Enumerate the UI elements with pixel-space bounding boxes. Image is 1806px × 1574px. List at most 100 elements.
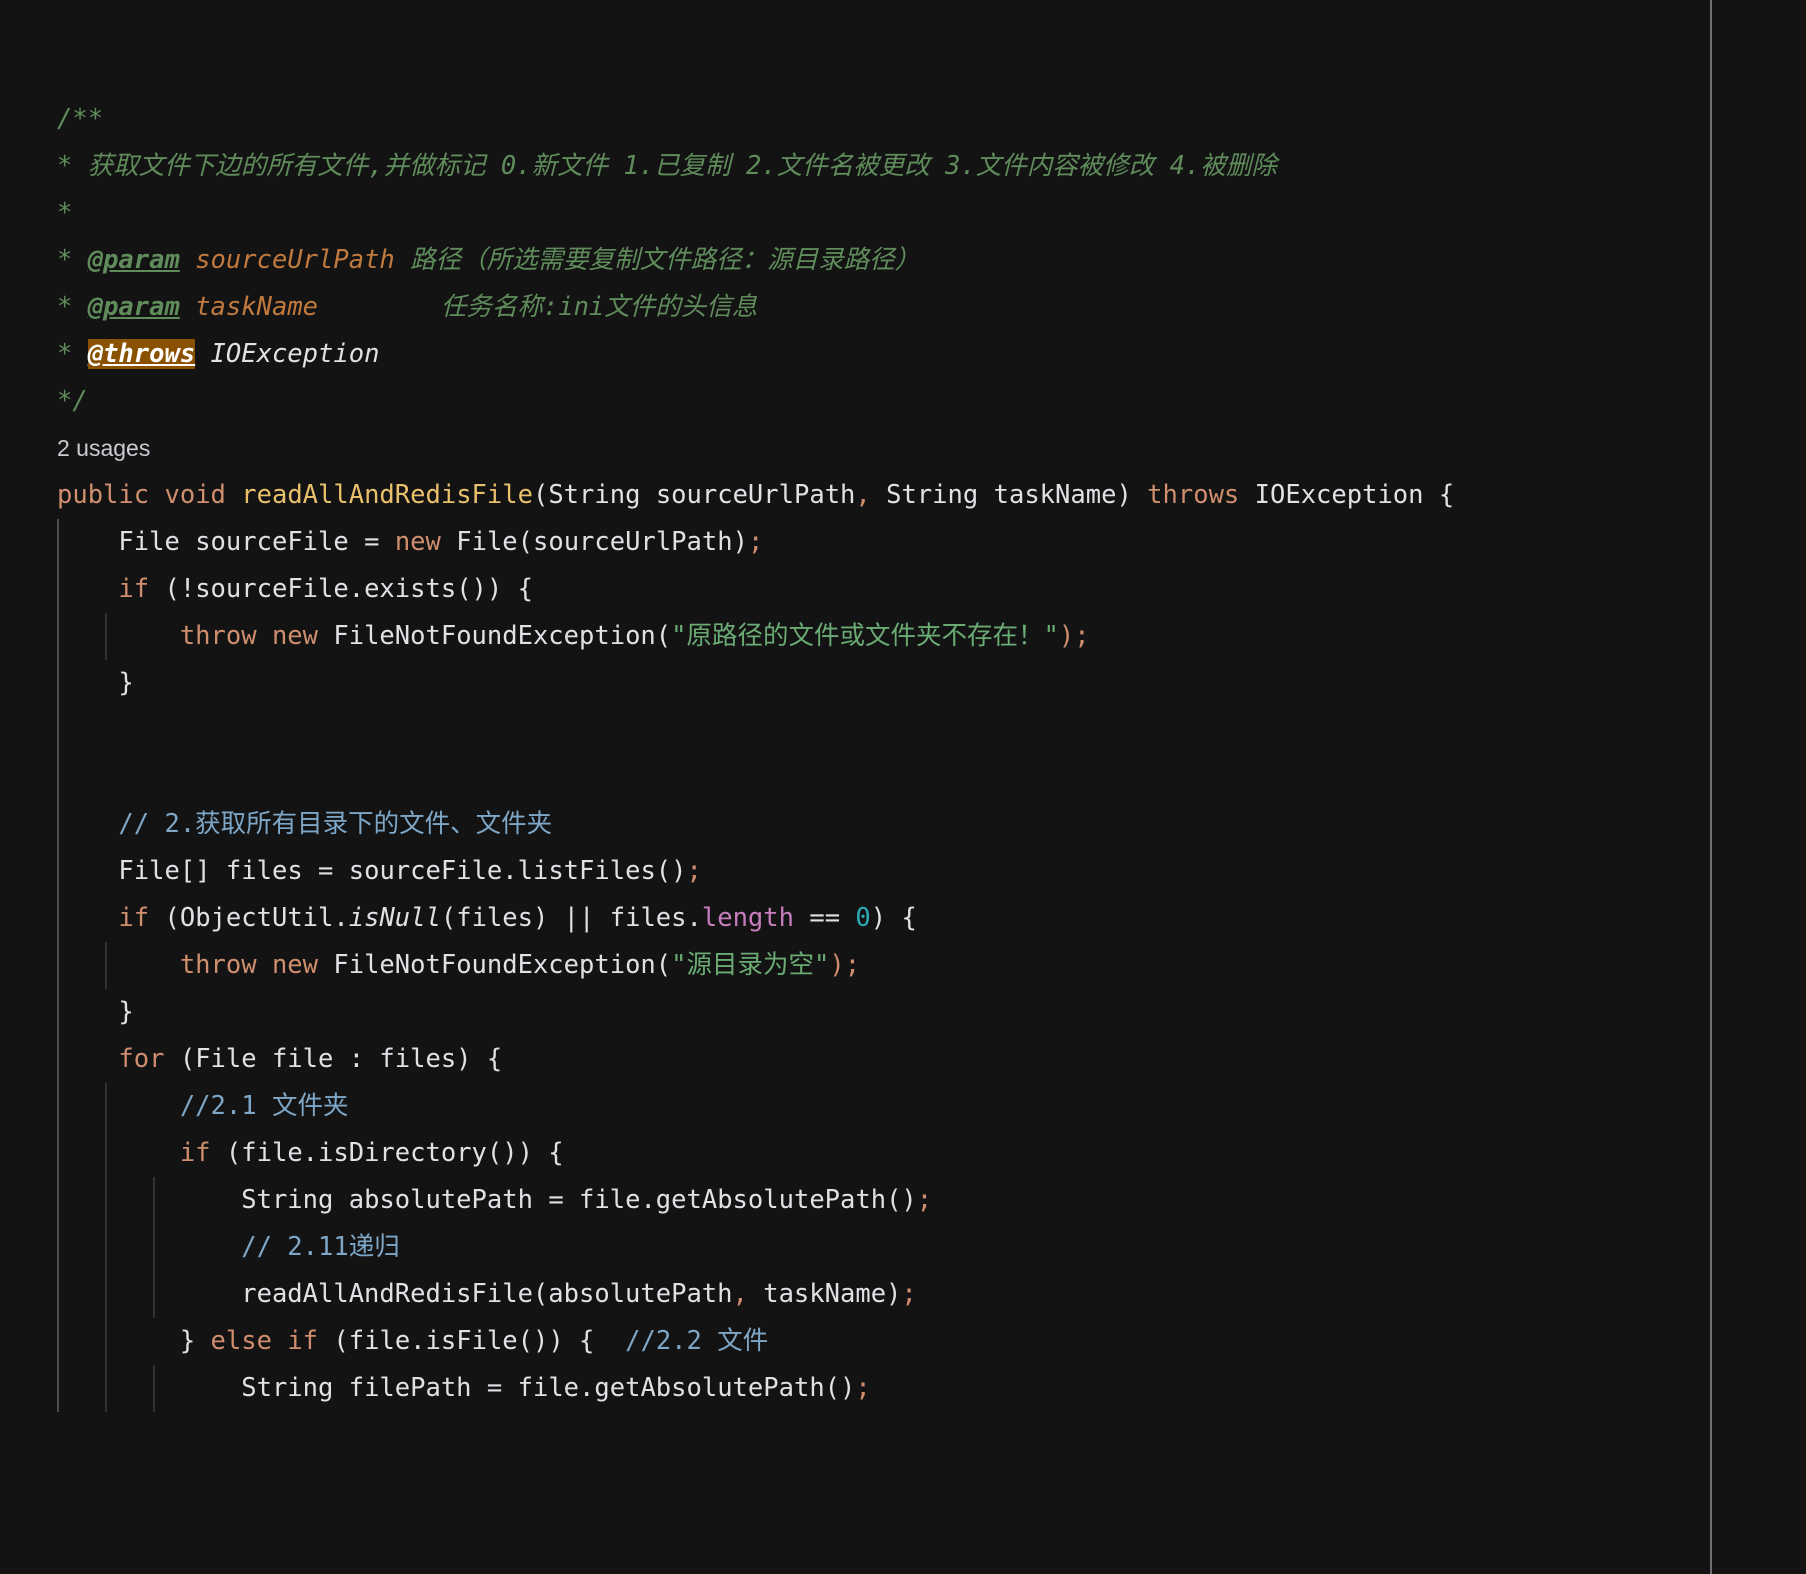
- keyword-if-2: if: [118, 903, 150, 933]
- code-line-decl-files: File[] files = sourceFile.listFiles();: [0, 848, 1700, 895]
- string-not-exists: "原路径的文件或文件夹不存在！": [671, 621, 1059, 651]
- type-file-array: File[]: [118, 856, 211, 886]
- code-line-method-signature: public void readAllAndRedisFile(String s…: [0, 472, 1700, 519]
- code-line-if-exists: if (!sourceFile.exists()) {: [0, 566, 1700, 613]
- brace-close-else: }: [179, 1326, 196, 1356]
- indent-guide-29: [105, 1318, 107, 1365]
- code-content[interactable]: /** * 获取文件下边的所有文件,并做标记 0.新文件 1.已复制 2.文件名…: [0, 0, 1700, 1412]
- code-line-comment-211: // 2.11递归: [0, 1224, 1700, 1271]
- keyword-throws: throws: [1147, 480, 1240, 510]
- keyword-if-3: if: [179, 1138, 211, 1168]
- line-comment-21: //2.1 文件夹: [179, 1091, 349, 1121]
- javadoc-description-text: 获取文件下边的所有文件,并做标记 0.新文件 1.已复制 2.文件名被更改 3.…: [87, 151, 1277, 181]
- indent-guide-32: [153, 1365, 155, 1412]
- semi-3: ;: [916, 1185, 933, 1215]
- sig-space-2: [226, 480, 241, 510]
- javadoc-space-4: [395, 245, 410, 275]
- code-line-comment-21: //2.1 文件夹: [0, 1083, 1700, 1130]
- indent-guide-18: [105, 1130, 107, 1177]
- indent-guide-16: [105, 1083, 107, 1130]
- javadoc-space-1: [72, 151, 87, 181]
- keyword-void: void: [164, 480, 226, 510]
- indent-guide-2: [57, 566, 59, 613]
- indent-guide-21: [153, 1177, 155, 1224]
- isnull-args: (files) || files.: [440, 903, 702, 933]
- semi-1: ;: [747, 527, 764, 557]
- code-editor[interactable]: /** * 获取文件下边的所有文件,并做标记 0.新文件 1.已复制 2.文件名…: [0, 0, 1806, 1574]
- code-line-for-files: for (File file : files) {: [0, 1036, 1700, 1083]
- sig-space-3: [640, 480, 655, 510]
- sp-b1: [149, 574, 164, 604]
- javadoc-space-3: [180, 245, 195, 275]
- sig-space-7: [1239, 480, 1254, 510]
- keyword-new-1: new: [394, 527, 441, 557]
- indent-guide-30: [57, 1365, 59, 1412]
- keyword-new-2: new: [271, 621, 319, 651]
- sp-f1: [257, 950, 272, 980]
- javadoc-open-token: /**: [57, 104, 104, 134]
- recursive-comma: ,: [732, 1279, 748, 1309]
- static-method-isnull: isNull: [348, 903, 441, 933]
- sp-j1: [195, 1326, 210, 1356]
- recursive-arg2: taskName): [747, 1279, 902, 1309]
- sp-g1: [164, 1044, 179, 1074]
- indent-6: [57, 856, 118, 886]
- javadoc-throws-type: IOException: [210, 339, 380, 369]
- indent-guide-13: [57, 989, 59, 1036]
- cond-isfile: (file.isFile()) {: [333, 1326, 595, 1356]
- javadoc-param-spacer-2: [318, 292, 441, 322]
- line-comment-211: // 2.11递归: [241, 1232, 400, 1262]
- javadoc-param-name-1: sourceUrlPath: [195, 245, 395, 275]
- indent-guide-7: [57, 754, 59, 801]
- javadoc-space-7: [72, 339, 87, 369]
- code-line-javadoc-description: * 获取文件下边的所有文件,并做标记 0.新文件 1.已复制 2.文件名被更改 …: [0, 143, 1700, 190]
- sp-i3: [564, 1185, 579, 1215]
- close-semi-2: );: [829, 950, 861, 980]
- indent-guide-5: [57, 660, 59, 707]
- code-line-blank-2: [0, 754, 1700, 801]
- code-line-else-if-isfile: } else if (file.isFile()) { //2.2 文件: [0, 1318, 1700, 1365]
- sp-a3: [379, 527, 394, 557]
- sig-space-1: [149, 480, 164, 510]
- op-assign-2: =: [318, 856, 334, 886]
- sp-i1: [333, 1185, 348, 1215]
- sig-params-close: ): [1116, 480, 1132, 510]
- semi-2: ;: [686, 856, 702, 886]
- indent-guide-22: [57, 1224, 59, 1271]
- keyword-else: else: [210, 1326, 272, 1356]
- cond-exists: (!sourceFile.exists()) {: [164, 574, 533, 604]
- sp-c1: [257, 621, 272, 651]
- javadoc-param-tag-2: @param: [87, 292, 180, 322]
- code-line-if-isnull: if (ObjectUtil.isNull(files) || files.le…: [0, 895, 1700, 942]
- indent-5: [57, 809, 118, 839]
- sp-d3: [333, 856, 348, 886]
- indent-guide-28: [57, 1318, 59, 1365]
- javadoc-space-8: [195, 339, 210, 369]
- string-empty-dir: "源目录为空": [671, 950, 830, 980]
- javadoc-space-6: [180, 292, 195, 322]
- indent-guide-20: [105, 1177, 107, 1224]
- sp-k1: [333, 1373, 348, 1403]
- code-line-javadoc-close: */: [0, 378, 1700, 425]
- code-vision-usages[interactable]: 2 usages: [0, 425, 1700, 472]
- sig-space-5: [978, 480, 993, 510]
- indent-guide-27: [153, 1271, 155, 1318]
- objectutil-prefix: (ObjectUtil.: [164, 903, 349, 933]
- indent-guide-23: [105, 1224, 107, 1271]
- code-line-javadoc-throws: * @throws IOException: [0, 331, 1700, 378]
- code-line-throw-notfound: throw new FileNotFoundException("原路径的文件或…: [0, 613, 1700, 660]
- close-semi-1: );: [1058, 621, 1090, 651]
- javadoc-param-name-2: taskName: [195, 292, 319, 322]
- javadoc-asterisk: *: [57, 151, 73, 181]
- op-assign-3: =: [548, 1185, 564, 1215]
- sig-space-6: [1132, 480, 1147, 510]
- indent-guide-6: [57, 707, 59, 754]
- editor-right-separator: [1710, 0, 1712, 1574]
- line-comment-get-all: // 2.获取所有目录下的文件、文件夹: [118, 809, 553, 839]
- indent-guide-4: [105, 613, 107, 660]
- indent-3: [57, 621, 180, 651]
- javadoc-param-desc-2: 任务名称:ini文件的头信息: [440, 292, 758, 322]
- code-line-javadoc-param-sourceurlpath: * @param sourceUrlPath 路径（所选需要复制文件路径：源目录…: [0, 237, 1700, 284]
- var-files: files: [225, 856, 303, 886]
- sp-a1: [180, 527, 195, 557]
